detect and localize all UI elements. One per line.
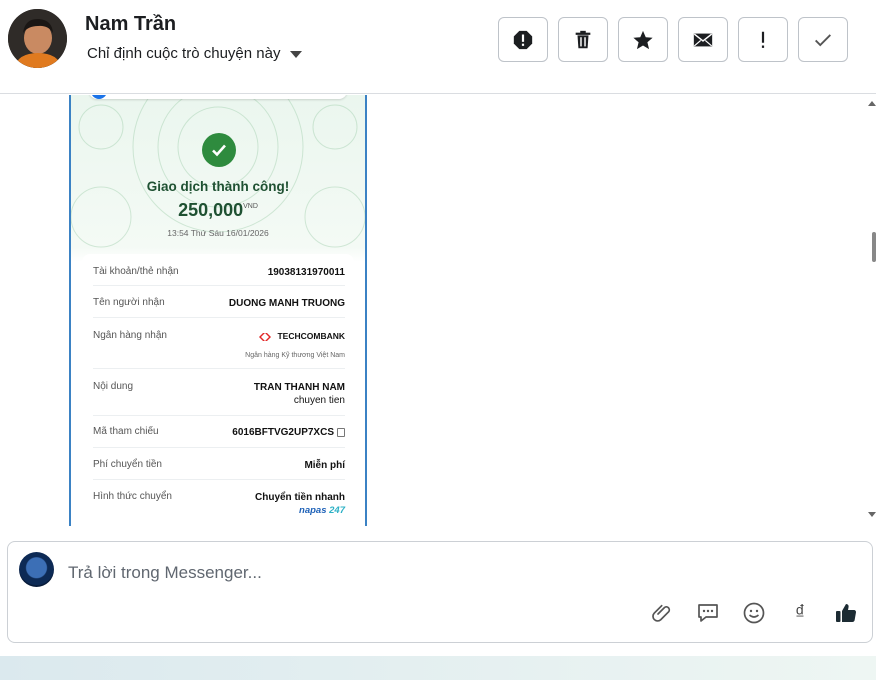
page-bottom-strip	[0, 656, 876, 680]
delete-button[interactable]	[558, 17, 608, 62]
detail-row-content: Nội dung TRAN THANH NAM chuyen tien	[93, 369, 345, 416]
currency-icon[interactable]: ₫	[788, 601, 812, 625]
bank-name: TECHCOMBANK	[277, 331, 345, 341]
star-button[interactable]	[618, 17, 668, 62]
bank-label: Ngân hàng nhận	[93, 330, 167, 341]
reply-composer: Trả lời trong Messenger... ₫	[7, 541, 873, 643]
scroll-down-arrow-icon[interactable]	[868, 512, 876, 517]
follow-up-button[interactable]	[738, 17, 788, 62]
star-icon	[633, 30, 653, 49]
reference-label: Mã tham chiếu	[93, 426, 159, 437]
assign-label: Chỉ định cuộc trò chuyện này	[87, 45, 281, 62]
recipient-label: Tên người nhận	[93, 297, 165, 308]
emoji-icon[interactable]	[742, 601, 766, 625]
content-value: TRAN THANH NAM chuyen tien	[254, 381, 345, 407]
attached-image-receipt[interactable]: Giao dịch thành công! 250,000VND 13:54 T…	[69, 95, 367, 526]
paperclip-icon[interactable]	[650, 601, 674, 625]
conversation-header: Nam Trần Chỉ định cuộc trò chuyện này	[0, 0, 876, 94]
account-value: 19038131970011	[267, 267, 345, 278]
method-label: Hình thức chuyển	[93, 491, 172, 502]
transaction-details-card: Tài khoản/thẻ nhận 19038131970011 Tên ng…	[82, 254, 354, 526]
amount-value: 250,000	[178, 200, 244, 220]
detail-row-fee: Phí chuyển tiền Miễn phí	[93, 448, 345, 480]
detail-row-reference: Mã tham chiếu 6016BFTVG2UP7XCS	[93, 416, 345, 448]
content-label: Nội dung	[93, 381, 134, 392]
bank-value-block: TECHCOMBANK Ngân hàng Kỹ thương Việt Nam	[245, 330, 345, 362]
content-line-1: TRAN THANH NAM	[253, 382, 345, 393]
method-value: Chuyển tiền nhanh	[255, 492, 345, 503]
amount-currency: VND	[243, 203, 258, 210]
report-spam-button[interactable]	[498, 17, 548, 62]
exclamation-circle-icon	[513, 30, 533, 49]
exclamation-icon	[761, 31, 765, 48]
saved-reply-icon[interactable]	[696, 601, 720, 625]
assign-conversation-dropdown[interactable]: Chỉ định cuộc trò chuyện này	[87, 45, 303, 62]
detail-row-recipient: Tên người nhận DUONG MANH TRUONG	[93, 286, 345, 318]
transfer-amount: 250,000VND	[71, 200, 365, 221]
thumbs-up-icon[interactable]	[834, 601, 858, 625]
check-icon	[815, 33, 831, 46]
app-top-bar	[89, 95, 347, 99]
contact-avatar[interactable]	[8, 9, 67, 68]
contact-name: Nam Trần	[85, 13, 177, 35]
detail-row-method: Hình thức chuyển Chuyển tiền nhanh napas…	[93, 480, 345, 526]
mark-done-button[interactable]	[798, 17, 848, 62]
detail-row-bank: Ngân hàng nhận TECHCOMBANK Ngân hàng Kỹ …	[93, 318, 345, 369]
chevron-down-icon	[290, 51, 303, 58]
mark-unread-button[interactable]	[678, 17, 728, 62]
page-avatar	[19, 552, 54, 587]
detail-row-account: Tài khoản/thẻ nhận 19038131970011	[93, 254, 345, 286]
reply-input[interactable]: Trả lời trong Messenger...	[68, 563, 262, 583]
content-line-2: chuyen tien	[293, 395, 345, 406]
transaction-datetime: 13:54 Thứ Sáu 16/01/2026	[167, 228, 269, 238]
message-thread[interactable]: Giao dịch thành công! 250,000VND 13:54 T…	[0, 95, 876, 531]
header-toolbar	[498, 17, 848, 62]
account-label: Tài khoản/thẻ nhận	[93, 266, 179, 277]
techcombank-logo-icon	[259, 332, 272, 341]
recipient-value: DUONG MANH TRUONG	[228, 298, 345, 309]
fee-value: Miễn phí	[304, 460, 345, 471]
copy-icon[interactable]	[337, 427, 345, 437]
reference-value: 6016BFTVG2UP7XCS	[232, 427, 334, 438]
napas-logo: napas 247	[299, 505, 345, 516]
success-check-icon	[202, 133, 236, 167]
scrollbar-thumb[interactable]	[872, 232, 876, 262]
fee-label: Phí chuyển tiền	[93, 459, 162, 470]
success-message: Giao dịch thành công!	[146, 179, 290, 194]
composer-actions: ₫	[650, 601, 858, 625]
scroll-up-arrow-icon[interactable]	[868, 101, 876, 106]
bank-full-name: Ngân hàng Kỹ thương Việt Nam	[245, 352, 345, 359]
envelope-icon	[693, 32, 713, 46]
trash-icon	[575, 30, 591, 48]
